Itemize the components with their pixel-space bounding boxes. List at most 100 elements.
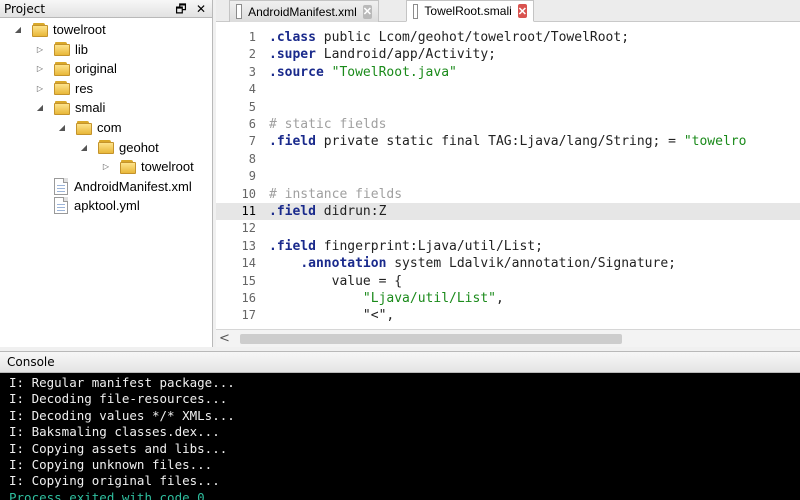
code-plain: "<", — [362, 308, 395, 324]
tree-folder-item[interactable]: ◢ towelroot — [12, 20, 106, 39]
code-string: "TowelRoot.java" — [331, 64, 457, 80]
document-icon — [413, 3, 419, 19]
code-text: "Ljava/util/List", — [269, 290, 504, 307]
editor: AndroidManifest.xml ✕ TowelRoot.smali ✕ 1 .c… — [216, 0, 800, 347]
code-comment: # static fields — [269, 117, 387, 132]
code-line: 6 # static fields — [216, 116, 800, 133]
code-string: "Ljava/util/List" — [362, 291, 496, 306]
tree-folder-item[interactable]: ▷ res — [34, 79, 93, 98]
scrollbar-thumb[interactable] — [240, 334, 622, 344]
code-keyword: .super — [269, 47, 316, 63]
line-number: 6 — [248, 117, 256, 131]
code-area[interactable]: 1 .class public Lcom/geohot/towelroot/Tow… — [216, 22, 800, 329]
code-text: # instance fields — [269, 186, 402, 203]
code-line: 10 # instance fields — [216, 186, 800, 203]
tab-close-icon[interactable]: ✕ — [517, 4, 527, 18]
console-line: I: Copying original files... — [9, 473, 220, 489]
code-text: .source "TowelRoot.java" — [269, 64, 457, 81]
console-line: I: Copying unknown files... — [9, 457, 213, 472]
code-text: .field didrun:Z — [269, 203, 386, 220]
tree-folder-item[interactable]: ▷ towelroot — [100, 157, 194, 176]
code-text: .annotation system Ldalvik/annotation/Si… — [269, 255, 676, 272]
code-string: "towelro — [683, 134, 747, 150]
console-title: Console — [7, 355, 55, 369]
console-line: I: Copying assets and libs... — [9, 440, 228, 456]
code-line: 11 .field didrun:Z — [216, 203, 800, 221]
collapsed-arrow-icon[interactable]: ▷ — [34, 63, 46, 75]
horizontal-scrollbar[interactable]: < — [216, 329, 800, 347]
tree-item-label: res — [75, 80, 94, 96]
tree-item-label: AndroidManifest.xml — [74, 178, 192, 194]
console-panel: Console I: Regular manifest package... I:… — [0, 351, 800, 500]
collapsed-arrow-icon[interactable]: ▷ — [34, 82, 46, 94]
tree-item-label: lib — [75, 41, 89, 57]
code-line: 8 — [216, 151, 800, 168]
code-text: .super Landroid/app/Activity; — [269, 46, 496, 63]
code-plain: value = { — [331, 273, 403, 289]
tree-folder-item[interactable]: ▷ lib — [34, 40, 88, 59]
tab-label: AndroidManifest.xml — [248, 4, 357, 19]
file-icon — [54, 177, 68, 195]
code-line: 14 .annotation system Ldalvik/annotation… — [216, 255, 800, 272]
tree-item-label: geohot — [119, 139, 159, 155]
tree-item-label: towelroot — [141, 159, 194, 175]
line-number: 16 — [241, 291, 256, 305]
line-number: 8 — [248, 151, 256, 166]
code-keyword: .source — [269, 64, 324, 80]
code-line: 5 — [216, 99, 800, 116]
code-line: 1 .class public Lcom/geohot/towelroot/Tow… — [216, 29, 800, 46]
folder-icon — [54, 61, 70, 77]
code-line: 3 .source "TowelRoot.java" — [216, 64, 800, 81]
tab-close-icon[interactable]: ✕ — [362, 4, 372, 19]
code-line: 17 "<", — [216, 307, 800, 324]
tree-folder-item[interactable]: ◢ com — [56, 118, 122, 137]
console-line: I: Regular manifest package... — [9, 375, 235, 390]
tab-towelroot-smali[interactable]: TowelRoot.smali ✕ — [406, 0, 534, 22]
document-icon — [236, 4, 243, 19]
folder-icon — [54, 41, 70, 57]
close-icon[interactable]: ✕ — [194, 1, 208, 17]
collapsed-arrow-icon[interactable]: ▷ — [100, 161, 112, 173]
code-keyword: .field — [269, 204, 316, 219]
folder-icon — [54, 100, 70, 116]
tree-item-label: apktool.yml — [74, 198, 140, 214]
line-number: 15 — [241, 273, 256, 288]
line-number: 12 — [241, 221, 256, 236]
tree-folder-item[interactable]: ◢ smali — [34, 98, 105, 117]
code-plain: , — [495, 291, 504, 306]
expanded-arrow-icon[interactable]: ◢ — [56, 122, 68, 134]
line-number: 7 — [248, 134, 256, 149]
code-text: .field fingerprint:Ljava/util/List; — [269, 238, 543, 255]
scroll-left-arrow-icon[interactable]: < — [219, 331, 230, 346]
code-keyword: .field — [269, 238, 316, 254]
collapsed-arrow-icon[interactable]: ▷ — [34, 43, 46, 55]
tab-androidmanifest[interactable]: AndroidManifest.xml ✕ — [229, 0, 379, 22]
code-text: .field private static final TAG:Ljava/la… — [269, 133, 746, 150]
tree-file-item[interactable]: apktool.yml — [34, 196, 140, 215]
tab-label: TowelRoot.smali — [424, 4, 512, 18]
line-number: 5 — [248, 99, 256, 114]
console-line: Process exited with code 0 — [9, 489, 205, 500]
tree-file-item[interactable]: AndroidManifest.xml — [34, 177, 192, 196]
expanded-arrow-icon[interactable]: ◢ — [34, 102, 46, 114]
line-number: 17 — [241, 308, 256, 323]
code-line: 9 — [216, 168, 800, 185]
line-number: 2 — [248, 47, 256, 62]
code-plain: fingerprint:Ljava/util/List; — [315, 238, 543, 254]
tree-folder-item[interactable]: ▷ original — [34, 59, 117, 78]
line-number: 13 — [241, 238, 256, 253]
expanded-arrow-icon[interactable]: ◢ — [12, 24, 24, 36]
restore-icon[interactable]: 🗗 — [174, 1, 188, 17]
tree-folder-item[interactable]: ◢ geohot — [78, 138, 159, 157]
expanded-arrow-icon[interactable]: ◢ — [78, 141, 90, 153]
folder-icon — [120, 159, 136, 175]
project-panel: Project 🗗 ✕ ◢ towelroot ▷ lib ▷ original ▷ res ◢… — [0, 0, 213, 347]
line-number: 10 — [241, 186, 256, 201]
console-line: I: Baksmaling classes.dex... — [9, 424, 220, 440]
console-output[interactable]: I: Regular manifest package... I: Decodin… — [0, 373, 800, 500]
code-plain: Landroid/app/Activity; — [315, 47, 496, 63]
editor-tab-bar: AndroidManifest.xml ✕ TowelRoot.smali ✕ — [216, 0, 800, 22]
code-line: 13 .field fingerprint:Ljava/util/List; — [216, 238, 800, 255]
